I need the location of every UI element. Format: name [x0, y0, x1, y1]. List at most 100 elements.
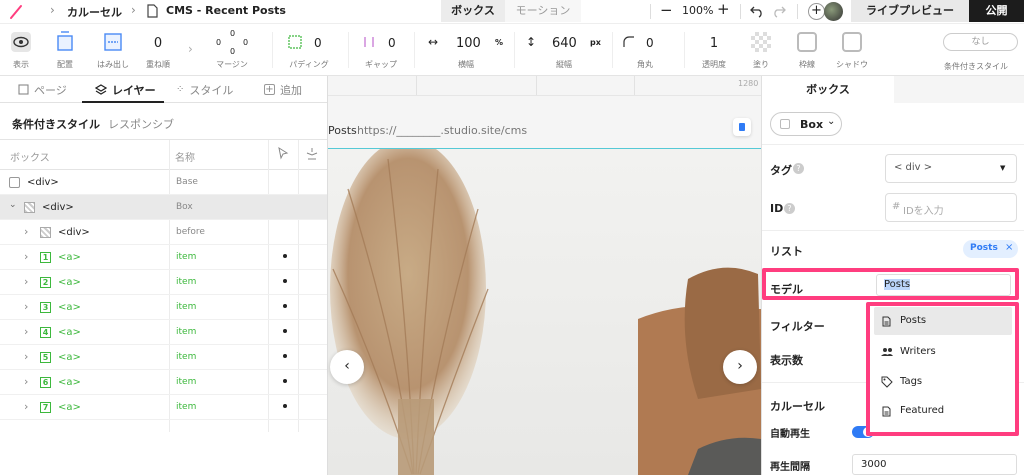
undo-icon[interactable]	[750, 4, 764, 18]
add-collaborator-icon[interactable]: +	[808, 3, 825, 20]
help-icon[interactable]: ?	[793, 163, 804, 174]
tab-motion[interactable]: モーション	[505, 0, 581, 22]
preview-toggle[interactable]	[733, 118, 751, 136]
chevron-right-icon[interactable]: ›	[24, 300, 28, 313]
tab-box-properties[interactable]: ボックス	[762, 76, 894, 103]
chevron-right-icon[interactable]: ›	[24, 325, 28, 338]
radius-label: 角丸	[637, 60, 653, 69]
margin-bottom-value: 0	[230, 47, 236, 56]
radius-tool[interactable]: 0 角丸	[618, 24, 672, 76]
ruler-border	[328, 95, 761, 96]
option-label: Featured	[900, 405, 945, 416]
divider	[797, 4, 798, 19]
chevron-right-icon: ›	[188, 42, 193, 56]
list-label: リスト	[770, 245, 803, 258]
border-label: 枠線	[799, 60, 815, 69]
tab-layers[interactable]: レイヤー	[95, 76, 156, 103]
chevron-right-icon[interactable]: ›	[24, 250, 28, 263]
dropdown-option-writers[interactable]: Writers	[874, 338, 1012, 366]
layer-row-item[interactable]: › 7 <a> item	[0, 395, 327, 420]
id-placeholder: IDを入力	[903, 206, 944, 217]
zoom-out-icon[interactable]: −	[660, 1, 673, 19]
chevron-right-icon[interactable]: ›	[24, 375, 28, 388]
document-icon	[882, 406, 891, 417]
eye-icon	[11, 32, 31, 52]
tag-icon	[881, 376, 893, 388]
chevron-right-icon[interactable]: ›	[24, 275, 28, 288]
tab-page[interactable]: ページ	[18, 76, 67, 103]
site-url[interactable]: https://________.studio.site/cms	[357, 124, 527, 137]
carousel-next-button[interactable]: ›	[723, 350, 757, 384]
zoom-level[interactable]: 100%	[682, 4, 713, 17]
interval-input[interactable]: 3000	[852, 454, 1017, 475]
dropdown-option-posts[interactable]: Posts	[874, 307, 1012, 335]
gap-tool[interactable]: 0 ギャップ	[358, 24, 404, 76]
id-label: ID	[770, 202, 784, 215]
page-title[interactable]: CMS - Recent Posts	[166, 4, 286, 17]
dropdown-option-featured[interactable]: Featured	[874, 397, 1012, 425]
conditional-style-button[interactable]: なし	[943, 33, 1018, 51]
publish-button[interactable]: 公開	[969, 0, 1024, 22]
layer-row-item[interactable]: › 6 <a> item	[0, 370, 327, 395]
stack-tool[interactable]: 0 重ね順	[140, 24, 176, 76]
shadow-tool[interactable]: シャドウ	[834, 24, 870, 76]
dropdown-option-tags[interactable]: Tags	[874, 368, 1012, 396]
carousel-image[interactable]	[328, 149, 761, 475]
layer-row-base[interactable]: <div> Base	[0, 170, 327, 195]
tab-add[interactable]: + 追加	[264, 76, 302, 103]
cursor-icon	[278, 147, 289, 160]
studio-logo-icon[interactable]	[8, 4, 24, 20]
padding-tool[interactable]: 0 パディング	[284, 24, 334, 76]
chevron-right-icon[interactable]: ›	[24, 400, 28, 413]
placement-tool[interactable]: 配置	[48, 24, 82, 76]
layer-name: before	[176, 227, 205, 237]
zoom-in-icon[interactable]: +	[717, 0, 730, 18]
divider	[762, 230, 1024, 231]
chevron-right-icon[interactable]: ›	[24, 225, 28, 238]
opacity-tool[interactable]: 1 透明度	[694, 24, 734, 76]
tab-style[interactable]: ⁘ スタイル	[176, 76, 233, 103]
margin-tool[interactable]: 0 0 0 0 マージン	[206, 24, 258, 76]
border-tool[interactable]: 枠線	[790, 24, 824, 76]
layer-tag: <div>	[27, 177, 59, 188]
breadcrumb-carousel[interactable]: カルーセル	[67, 4, 122, 20]
layer-row-item[interactable]: › 3 <a> item	[0, 295, 327, 320]
remove-icon[interactable]: ×	[1005, 242, 1013, 253]
tag-select[interactable]: < div > ▼	[885, 154, 1017, 183]
carousel-prev-button[interactable]: ‹	[330, 350, 364, 384]
subtab-responsive[interactable]: レスポンシブ	[108, 116, 174, 132]
layer-row-item[interactable]: › 1 <a> item	[0, 245, 327, 270]
chevron-right-icon[interactable]: ›	[24, 350, 28, 363]
box-icon	[780, 119, 790, 129]
height-tool[interactable]: ↕ 640 px 縦幅	[522, 24, 606, 76]
box-type-select[interactable]: Box ⌄	[770, 112, 842, 136]
column-box: ボックス	[10, 153, 50, 164]
checkbox-icon[interactable]	[9, 177, 20, 188]
list-chip[interactable]: Posts ×	[963, 240, 1018, 258]
id-input[interactable]: # IDを入力	[885, 193, 1017, 222]
layer-row-box[interactable]: ⌄ <div> Box	[0, 195, 327, 220]
layer-row-before[interactable]: › <div> before	[0, 220, 327, 245]
vertical-arrow-icon: ↕	[526, 35, 537, 49]
layer-row-item[interactable]: › 4 <a> item	[0, 320, 327, 345]
help-icon[interactable]: ?	[784, 203, 795, 214]
model-label: モデル	[770, 283, 803, 296]
subtab-conditional[interactable]: 条件付きスタイル	[12, 116, 100, 132]
design-canvas[interactable]: 1280 Posts https://________.studio.site/…	[328, 76, 761, 475]
redo-icon[interactable]	[772, 4, 786, 18]
width-tool[interactable]: ↔ 100 % 横幅	[424, 24, 508, 76]
bullet-icon	[283, 254, 287, 258]
option-label: Posts	[900, 315, 927, 326]
display-tool[interactable]: 表示	[4, 24, 38, 76]
overflow-tool[interactable]: はみ出し	[93, 24, 133, 76]
live-preview-button[interactable]: ライブプレビュー	[851, 0, 969, 22]
corner-radius-icon	[623, 36, 634, 47]
fill-tool[interactable]: 塗り	[746, 24, 776, 76]
avatar[interactable]	[824, 2, 843, 21]
layer-row-item[interactable]: › 2 <a> item	[0, 270, 327, 295]
layer-row-item[interactable]: › 5 <a> item	[0, 345, 327, 370]
model-input[interactable]: Posts	[876, 274, 1011, 296]
tab-box[interactable]: ボックス	[441, 0, 505, 22]
layer-name: Base	[176, 177, 198, 187]
page-icon	[147, 4, 158, 18]
